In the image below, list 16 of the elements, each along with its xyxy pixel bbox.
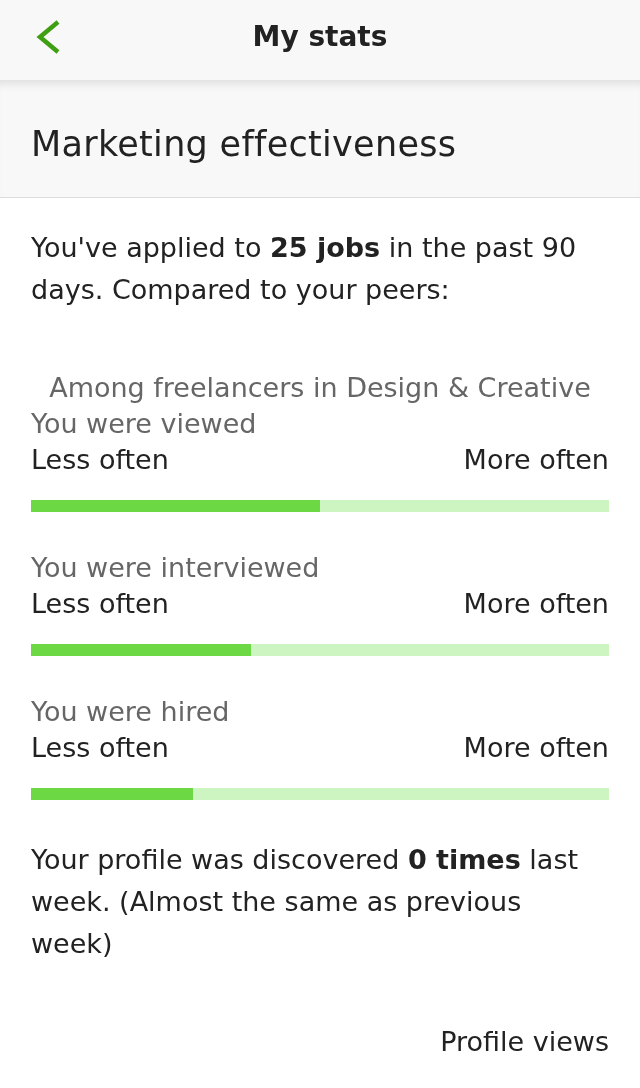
high-scale-label: More often <box>463 731 609 765</box>
low-scale-label: Less often <box>31 731 169 765</box>
low-scale-label: Less often <box>31 443 169 477</box>
high-scale-label: More often <box>463 443 609 477</box>
low-scale-label: Less often <box>31 587 169 621</box>
high-scale-label: More often <box>463 587 609 621</box>
metric-label: You were hired <box>31 695 231 729</box>
peer-group-label: Among freelancers in Design & Creative <box>48 371 592 405</box>
next-section-title: Profile views <box>439 1025 609 1059</box>
section-title: Marketing effectiveness <box>31 122 457 166</box>
summary-text: You've applied to 25 jobs in the past 90 days. Compared to your peers: <box>31 231 578 307</box>
metric-label: You were viewed <box>31 407 258 441</box>
discovery-text: Your profile was discovered 0 times last week. (Almost the same as previous week) <box>31 843 580 961</box>
chevron-left-icon <box>35 20 61 54</box>
metric-label: You were interviewed <box>31 551 321 585</box>
page-title: My stats <box>251 19 389 55</box>
